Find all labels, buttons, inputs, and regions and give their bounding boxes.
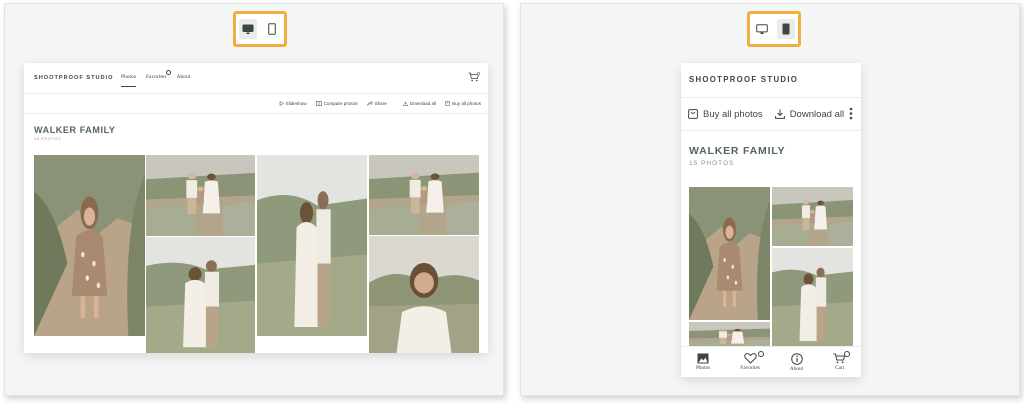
photo-image (257, 155, 367, 336)
buy-all-photos-button[interactable]: Buy all photos (688, 109, 763, 120)
tab-favorites[interactable]: Favorites (740, 351, 764, 371)
mobile-icon (268, 23, 276, 35)
photos-icon (697, 353, 709, 364)
gallery-photo[interactable] (257, 155, 367, 336)
photo-image (772, 187, 853, 246)
mobile-gallery: SHOOTPROOF STUDIO Buy all photos Downloa… (681, 63, 861, 377)
compare-label: Compare photos (323, 101, 358, 106)
desktop-icon (242, 24, 254, 34)
tab-favorites-label: Favorites (740, 365, 760, 371)
photo-image (689, 187, 770, 320)
gallery-photo[interactable] (772, 187, 853, 246)
gallery-photo[interactable] (34, 155, 145, 336)
desktop-icon (756, 23, 768, 34)
bottom-tab-bar: Photos Favorites About Cart (681, 346, 861, 377)
photo-image (369, 236, 479, 353)
share-label: Share (374, 101, 387, 106)
photo-image (369, 155, 479, 235)
share-button[interactable]: Share (366, 101, 387, 106)
play-icon (279, 101, 284, 106)
photo-count: 15 PHOTOS (689, 160, 735, 167)
bag-icon (688, 109, 698, 119)
tab-photos[interactable]: Photos (696, 353, 710, 371)
compare-icon (315, 101, 322, 106)
gallery-title: WALKER FAMILY (34, 125, 116, 135)
desktop-preview-panel: SHOOTPROOF STUDIO Photos Favorites About… (4, 3, 504, 396)
download-icon (774, 109, 785, 119)
cart-badge (844, 351, 851, 357)
download-label: Download all (409, 101, 437, 106)
heart-icon (743, 353, 757, 364)
tab-photos-label: Photos (695, 365, 711, 371)
favorites-badge (757, 351, 764, 357)
photo-image (146, 237, 255, 353)
bag-icon (445, 101, 450, 106)
mobile-header: SHOOTPROOF STUDIO (681, 63, 861, 98)
tab-about-label: About (789, 365, 804, 372)
photo-image (146, 155, 255, 236)
top-nav: SHOOTPROOF STUDIO Photos Favorites About (24, 63, 488, 94)
nav-photos[interactable]: Photos (121, 72, 136, 87)
gallery-photo[interactable] (772, 248, 853, 346)
favorites-badge (166, 70, 172, 75)
download-label: Download all (789, 108, 845, 120)
download-all-button[interactable]: Download all (774, 108, 845, 120)
desktop-view-button[interactable] (239, 19, 257, 39)
cart-icon[interactable] (468, 72, 480, 82)
buy-all-photos-button[interactable]: Buy all photos (445, 101, 481, 106)
tab-about[interactable]: About (789, 352, 804, 372)
gallery-photo[interactable] (689, 187, 770, 320)
gallery-title: WALKER FAMILY (689, 145, 786, 157)
mobile-icon (782, 23, 790, 35)
desktop-view-button[interactable] (753, 19, 771, 39)
view-toggle (233, 11, 287, 47)
gallery-photo[interactable] (369, 236, 479, 353)
more-options-icon[interactable] (849, 107, 853, 120)
photo-image (772, 248, 853, 346)
studio-brand: SHOOTPROOF STUDIO (34, 75, 114, 81)
mobile-view-button[interactable] (777, 19, 795, 39)
nav-favorites[interactable]: Favorites (145, 70, 172, 87)
tab-cart-label: Cart (834, 365, 845, 371)
share-icon (366, 101, 373, 106)
studio-brand: SHOOTPROOF STUDIO (689, 75, 799, 84)
nav-about[interactable]: About (176, 72, 190, 87)
info-icon (790, 352, 803, 365)
buy-label: Buy all photos (703, 108, 763, 120)
download-all-button[interactable]: Download all (402, 101, 437, 106)
photo-image (34, 155, 145, 336)
action-bar: Slideshow Compare photos Share Download … (24, 94, 488, 114)
slideshow-button[interactable]: Slideshow (279, 101, 307, 106)
gallery-photo[interactable] (146, 155, 255, 236)
buy-label: Buy all photos (452, 101, 481, 106)
view-toggle (747, 11, 801, 47)
compare-photos-button[interactable]: Compare photos (315, 101, 358, 106)
download-icon (402, 101, 408, 106)
mobile-view-button[interactable] (263, 19, 281, 39)
slideshow-label: Slideshow (285, 101, 307, 106)
nav-favorites-label: Favorites (145, 74, 167, 80)
photo-count: 16 PHOTOS (34, 137, 62, 141)
gallery-photo[interactable] (369, 155, 479, 235)
mobile-action-bar: Buy all photos Download all (681, 98, 861, 131)
mobile-preview-panel: SHOOTPROOF STUDIO Buy all photos Downloa… (520, 3, 1020, 396)
tab-cart[interactable]: Cart (833, 351, 851, 371)
desktop-gallery: SHOOTPROOF STUDIO Photos Favorites About… (24, 63, 488, 353)
gallery-photo[interactable] (146, 237, 255, 353)
